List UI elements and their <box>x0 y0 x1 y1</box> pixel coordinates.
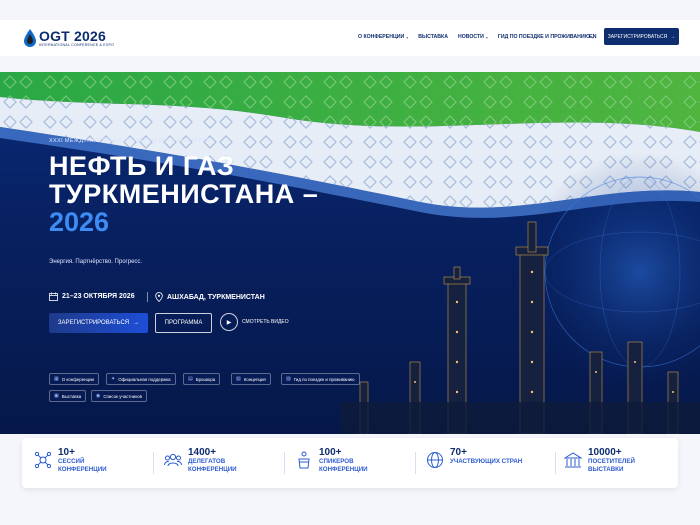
chip-participants[interactable]: ◉ Список участников <box>91 390 147 402</box>
nav-item-exhibition[interactable]: ВЫСТАВКА <box>418 34 448 40</box>
hero-kicker: XXXI МЕЖДУНАРОДНАЯ КОНФЕРЕНЦИЯ И ВЫСТАВК… <box>49 138 210 144</box>
hero-title-line1: НЕФТЬ И ГАЗ <box>49 151 235 181</box>
meta-divider <box>147 292 148 302</box>
document-icon: ▧ <box>236 376 241 382</box>
nav-item-travel-guide[interactable]: ГИД ПО ПОЕЗДКЕ И ПРОЖИВАНИЮ ▾ <box>498 34 594 40</box>
stat-visitors: 10000+ ПОСЕТИТЕЛЕЙ ВЫСТАВКИ <box>564 447 635 474</box>
program-button[interactable]: ПРОГРАММА <box>155 313 212 333</box>
event-dates: 21–23 ОКТЯБРЯ 2026 <box>49 292 135 301</box>
podium-icon <box>298 451 310 469</box>
globe-icon <box>427 452 443 468</box>
chip-exhibition[interactable]: ▣ Выставка <box>49 390 87 402</box>
event-location: АШХАБАД, ТУРКМЕНИСТАН <box>155 292 265 302</box>
gallery-icon: ▣ <box>54 393 59 399</box>
logo-title: OGT 2026 <box>39 27 106 44</box>
chip-about[interactable]: ▦ О конференции <box>49 373 99 385</box>
chip-brochure[interactable]: ▤ Брошюра <box>183 373 221 385</box>
chip-official-support[interactable]: ✦ Официальная поддержка <box>106 373 176 385</box>
calendar-icon: ▦ <box>54 376 59 382</box>
stat-delegates: 1400+ ДЕЛЕГАТОВ КОНФЕРЕНЦИИ <box>164 447 237 474</box>
stat-divider <box>284 452 285 474</box>
nav-item-news[interactable]: НОВОСТИ ▾ <box>458 34 488 40</box>
hero-title-year: 2026 <box>49 207 110 237</box>
group-icon <box>164 453 182 467</box>
logo-subtitle: INTERNATIONAL CONFERENCE & EXPO <box>39 42 115 47</box>
stat-sessions: 10+ СЕССИЙ КОНФЕРЕНЦИИ <box>34 447 107 474</box>
stat-speakers: 100+ СПИКЕРОВ КОНФЕРЕНЦИИ <box>295 447 368 474</box>
header-register-button[interactable]: ЗАРЕГИСТРИРОВАТЬСЯ → <box>604 28 679 45</box>
main-nav: О КОНФЕРЕНЦИИ ▾ ВЫСТАВКА НОВОСТИ ▾ ГИД ПО … <box>358 34 594 40</box>
oil-drop-icon <box>24 29 36 47</box>
logo[interactable]: OGT 2026 INTERNATIONAL CONFERENCE & EXPO <box>24 24 124 52</box>
site-header: OGT 2026 INTERNATIONAL CONFERENCE & EXPO… <box>0 20 700 56</box>
nav-item-about[interactable]: О КОНФЕРЕНЦИИ ▾ <box>358 34 408 40</box>
location-pin-icon <box>155 292 163 302</box>
book-icon: ▤ <box>188 376 193 382</box>
arrow-right-icon: → <box>133 320 140 326</box>
stat-divider <box>153 452 154 474</box>
hero-title-line2: ТУРКМЕНИСТАНА – <box>49 179 319 209</box>
calendar-icon <box>49 292 58 301</box>
map-icon: ▨ <box>286 376 291 382</box>
network-icon <box>34 451 52 469</box>
hero-register-button[interactable]: ЗАРЕГИСТРИРОВАТЬСЯ → <box>49 313 148 333</box>
stat-countries: 70+ УЧАСТВУЮЩИХ СТРАН <box>426 447 522 469</box>
stat-divider <box>415 452 416 474</box>
pavilion-icon <box>564 452 582 468</box>
watch-video-button[interactable]: ▶ СМОТРЕТЬ ВИДЕО <box>220 313 289 331</box>
chip-travel-guide[interactable]: ▨ Гид по поездке и проживанию <box>281 373 360 385</box>
language-switch[interactable]: EN <box>589 34 597 40</box>
chip-concept[interactable]: ▧ Концепция <box>231 373 271 385</box>
people-icon: ◉ <box>96 393 101 399</box>
chevron-down-icon: ▾ <box>485 34 488 40</box>
stats-bar: 10+ СЕССИЙ КОНФЕРЕНЦИИ 1400+ ДЕЛЕГАТОВ К… <box>22 438 678 488</box>
play-icon: ▶ <box>220 313 238 331</box>
stat-divider <box>555 452 556 474</box>
handshake-icon: ✦ <box>111 376 116 382</box>
hero-tagline: Энергия. Партнёрство. Прогресс. <box>49 259 143 265</box>
hero-section: XXXI МЕЖДУНАРОДНАЯ КОНФЕРЕНЦИЯ И ВЫСТАВК… <box>0 72 700 434</box>
arrow-right-icon: → <box>670 33 676 40</box>
chevron-down-icon: ▾ <box>406 34 409 40</box>
